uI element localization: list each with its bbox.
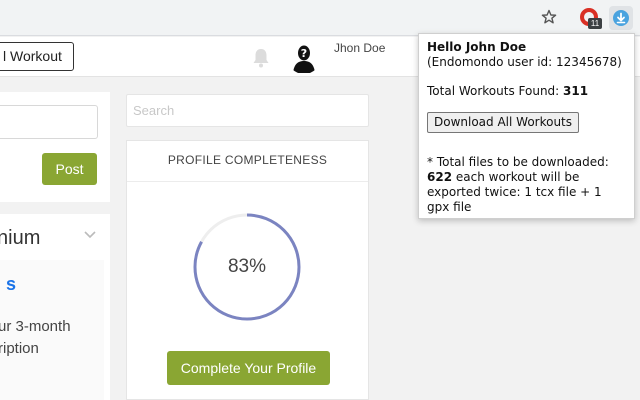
premium-link[interactable]: s: [6, 274, 16, 295]
extension-badge: 11: [588, 18, 602, 29]
popup-total-workouts: Total Workouts Found: 311: [427, 84, 626, 99]
bell-icon[interactable]: [250, 47, 272, 69]
extension-popup: Hello John Doe (Endomondo user id: 12345…: [418, 33, 635, 219]
post-button[interactable]: Post: [42, 153, 97, 185]
progress-percent: 83%: [227, 256, 267, 277]
chevron-down-icon[interactable]: [82, 228, 98, 240]
post-input[interactable]: [0, 105, 98, 139]
download-all-button[interactable]: Download All Workouts: [427, 112, 580, 133]
star-icon[interactable]: [540, 8, 558, 26]
extension-icon[interactable]: 11: [580, 8, 602, 29]
profile-completeness-title: PROFILE COMPLETENESS: [127, 141, 368, 182]
browser-toolbar: 11: [0, 0, 640, 36]
premium-title: nium: [0, 227, 41, 249]
total-workouts-value: 311: [563, 84, 589, 98]
add-workout-button[interactable]: l Workout: [0, 42, 74, 71]
svg-text:?: ?: [301, 47, 307, 60]
total-workouts-label: Total Workouts Found:: [427, 84, 564, 98]
note-prefix: * Total files to be downloaded:: [427, 155, 609, 169]
user-name[interactable]: Jhon Doe: [334, 41, 385, 55]
popup-user-id: (Endomondo user id: 12345678): [427, 55, 622, 69]
avatar[interactable]: ?: [287, 40, 321, 74]
search-input[interactable]: [126, 94, 369, 127]
premium-description: ur 3-month ription: [0, 318, 71, 357]
note-suffix: each workout will be exported twice: 1 t…: [427, 170, 602, 214]
note-file-count: 622: [427, 170, 453, 184]
popup-note: * Total files to be downloaded: 622 each…: [427, 155, 626, 215]
profile-completeness-card: PROFILE COMPLETENESS 83% Complete Your P…: [126, 140, 369, 400]
popup-greeting: Hello John Doe: [427, 40, 527, 54]
complete-profile-button[interactable]: Complete Your Profile: [167, 351, 330, 385]
download-extension-icon[interactable]: [609, 6, 633, 30]
